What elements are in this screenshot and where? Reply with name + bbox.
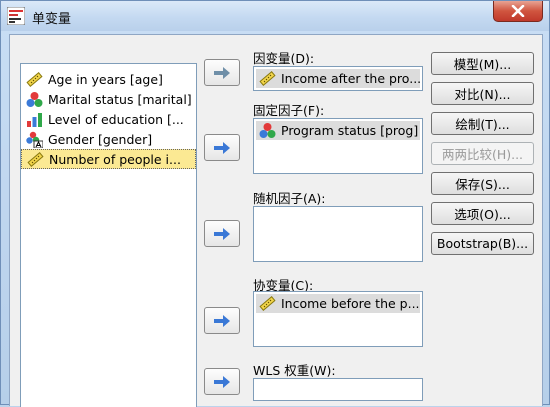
fixed-factor-item[interactable]: Program status [prog]: [256, 121, 420, 140]
fixed-factor-value: Program status [prog]: [281, 123, 419, 138]
scale-ruler-icon: [27, 151, 44, 167]
options-button[interactable]: 选项(O)...: [431, 202, 534, 225]
title-bar[interactable]: 单变量: [1, 1, 549, 31]
contrasts-button[interactable]: 对比(N)...: [431, 82, 534, 105]
nominal-balls-icon: [26, 91, 43, 107]
dependent-item[interactable]: Income after the pro...: [256, 69, 420, 88]
covariate-item[interactable]: Income before the p...: [256, 294, 420, 313]
random-factor-label: 随机因子(A):: [253, 191, 326, 206]
move-to-covariate-button[interactable]: [204, 307, 240, 334]
plots-button[interactable]: 绘制(T)...: [431, 112, 534, 135]
source-variable-list[interactable]: Age in years [age] Marital status [marit…: [20, 63, 197, 407]
scale-ruler-icon: [26, 71, 43, 87]
covariate-value: Income before the p...: [281, 296, 420, 311]
dialog-client-area: Age in years [age] Marital status [marit…: [9, 34, 543, 407]
random-factor-field[interactable]: [253, 206, 423, 262]
dialog-window: 单变量 Age in years [age] Marital status [m…: [0, 0, 550, 407]
list-item[interactable]: Marital status [marital]: [21, 89, 196, 109]
close-icon: [511, 5, 525, 17]
dependent-value: Income after the pro...: [281, 71, 420, 86]
arrow-right-icon: [214, 314, 230, 327]
wls-weight-field[interactable]: [253, 378, 423, 401]
list-item[interactable]: Level of education [...: [21, 109, 196, 129]
save-button[interactable]: 保存(S)...: [431, 172, 534, 195]
variable-label: Number of people i...: [49, 151, 181, 167]
bootstrap-button[interactable]: Bootstrap(B)...: [431, 232, 534, 255]
covariate-field[interactable]: Income before the p...: [253, 291, 423, 347]
arrow-right-icon: [214, 141, 230, 154]
wls-weight-label: WLS 权重(W):: [253, 363, 336, 378]
post-hoc-button[interactable]: 两两比较(H)...: [431, 142, 534, 165]
move-to-wls-weight-button[interactable]: [204, 368, 240, 395]
nominal-string-icon: [26, 131, 43, 148]
scale-ruler-icon: [259, 296, 276, 311]
list-item[interactable]: Number of people i...: [21, 149, 196, 169]
scale-ruler-icon: [259, 71, 276, 86]
list-item[interactable]: Gender [gender]: [21, 129, 196, 149]
spss-app-icon: [7, 7, 25, 25]
move-to-fixed-factor-button[interactable]: [204, 134, 240, 161]
dependent-field[interactable]: Income after the pro...: [253, 66, 423, 91]
arrow-right-icon: [214, 375, 230, 388]
variable-label: Marital status [marital]: [48, 91, 192, 107]
dependent-label: 因变量(D):: [253, 51, 315, 66]
list-item[interactable]: Age in years [age]: [21, 69, 196, 89]
ordinal-bars-icon: [27, 112, 42, 127]
move-to-random-factor-button[interactable]: [204, 220, 240, 247]
arrow-right-icon: [214, 66, 230, 79]
close-button[interactable]: [493, 1, 543, 22]
move-to-dependent-button[interactable]: [204, 59, 240, 86]
variable-label: Gender [gender]: [48, 131, 153, 147]
model-button[interactable]: 模型(M)...: [431, 52, 534, 75]
arrow-right-icon: [214, 227, 230, 240]
variable-label: Age in years [age]: [48, 71, 163, 87]
nominal-balls-icon: [259, 123, 276, 138]
fixed-factor-field[interactable]: Program status [prog]: [253, 118, 423, 174]
window-title: 单变量: [32, 12, 72, 27]
fixed-factor-label: 固定因子(F):: [253, 103, 325, 118]
variable-label: Level of education [...: [48, 111, 184, 127]
